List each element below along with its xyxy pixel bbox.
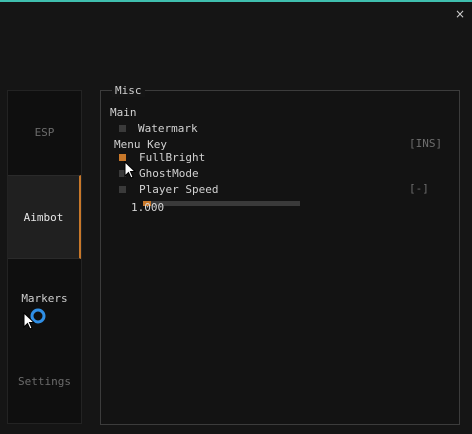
watermark-toggle[interactable]: Watermark (119, 121, 198, 135)
tab-settings-label: Settings (18, 374, 71, 388)
watermark-label: Watermark (138, 121, 198, 135)
player-speed-slider[interactable] (143, 201, 300, 206)
tab-aimbot[interactable]: Aimbot (8, 175, 81, 259)
menu-key-label: Menu Key (114, 137, 167, 151)
player-speed-checkbox[interactable] (119, 185, 126, 193)
mouse-pointer-icon (124, 161, 136, 179)
fullbright-label: FullBright (139, 150, 206, 164)
sidebar: ESP Aimbot Markers Settings (7, 90, 82, 424)
fullbright-checkbox[interactable] (119, 153, 126, 161)
close-icon[interactable]: × (455, 7, 465, 21)
menu-key-bind-button[interactable]: [INS] (409, 137, 442, 150)
tab-esp-label: ESP (34, 125, 55, 139)
watermark-checkbox[interactable] (119, 124, 126, 132)
player-speed-value: 1.000 (131, 201, 165, 214)
tab-markers-label: Markers (21, 291, 68, 305)
menu-key-row: Menu Key (114, 137, 167, 151)
player-speed-key-bind-button[interactable]: [-] (409, 182, 429, 195)
groupbox-title: Misc (112, 84, 145, 97)
section-heading: Main (110, 105, 137, 119)
tab-aimbot-label: Aimbot (23, 210, 64, 224)
player-speed-label: Player Speed (139, 182, 219, 196)
ghostmode-label: GhostMode (139, 166, 199, 180)
player-speed-toggle[interactable]: Player Speed (119, 182, 218, 196)
tab-esp[interactable]: ESP (8, 91, 81, 173)
busy-spinner-icon (23, 308, 46, 330)
tab-settings[interactable]: Settings (8, 340, 81, 422)
